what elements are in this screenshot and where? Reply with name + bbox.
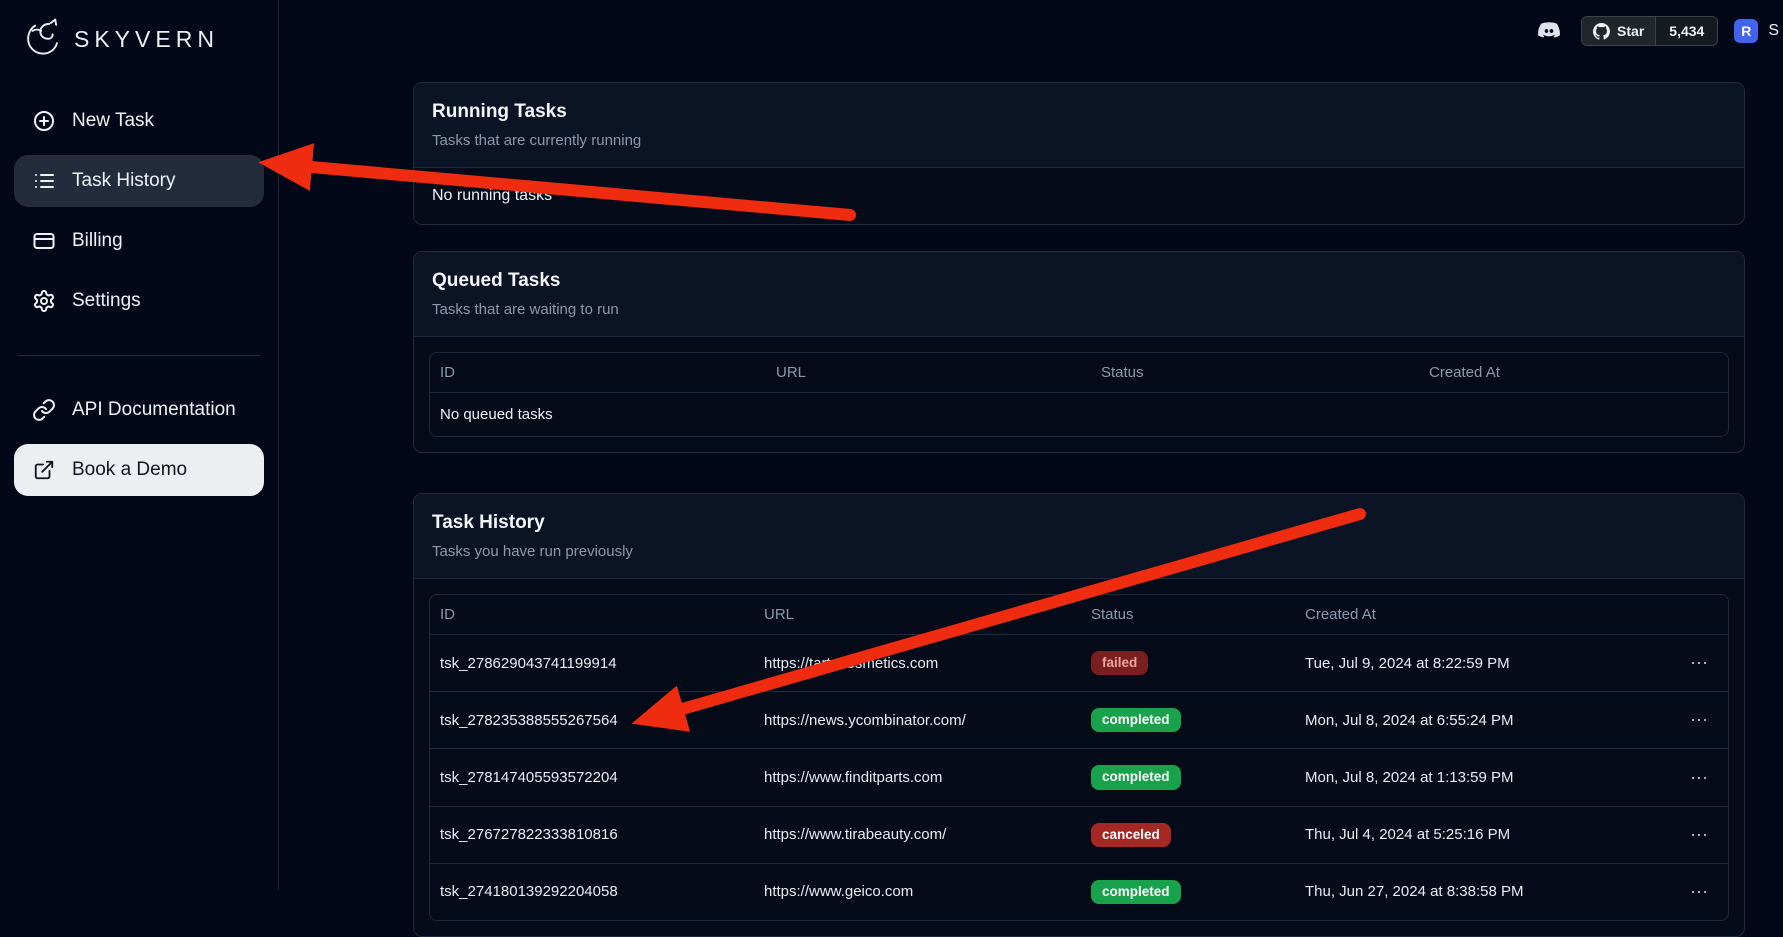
task-history-row[interactable]: tsk_278629043741199914https://tartecosme… [430,635,1728,692]
credit-card-icon [32,229,56,253]
column-header-id: ID [430,595,754,634]
column-header-url: URL [754,595,1081,634]
task-created-at: Mon, Jul 8, 2024 at 1:13:59 PM [1295,753,1672,802]
task-created-at: Mon, Jul 8, 2024 at 6:55:24 PM [1295,696,1672,745]
plus-circle-icon [32,109,56,133]
task-actions-cell: ⋯ [1672,751,1728,805]
task-history-row[interactable]: tsk_276727822333810816https://www.tirabe… [430,807,1728,864]
task-status-cell: completed [1081,692,1295,748]
card-title: Task History [432,512,1726,534]
status-badge: completed [1091,765,1181,789]
task-url: https://tartecosmetics.com [754,639,1081,688]
sidebar-item-label: Book a Demo [72,459,187,481]
task-url: https://www.tirabeauty.com/ [754,810,1081,859]
task-id: tsk_278235388555267564 [430,696,754,745]
sidebar-nav: New Task Task History Billing Settings [14,95,264,496]
queued-tasks-header: Queued Tasks Tasks that are waiting to r… [414,252,1744,337]
running-tasks-empty-message: No running tasks [414,168,1744,224]
row-actions-button[interactable]: ⋯ [1684,881,1716,903]
task-actions-cell: ⋯ [1672,636,1728,690]
status-badge: failed [1091,651,1148,675]
external-link-icon [32,458,56,482]
task-history-header: Task History Tasks you have run previous… [414,494,1744,579]
task-id: tsk_278629043741199914 [430,639,754,688]
running-tasks-card: Running Tasks Tasks that are currently r… [413,82,1745,225]
sidebar-item-billing[interactable]: Billing [14,215,264,267]
github-star-label: Star [1617,23,1644,39]
sidebar-item-task-history[interactable]: Task History [14,155,264,207]
column-header-created-at: Created At [1295,595,1672,634]
list-icon [32,169,56,193]
row-actions-button[interactable]: ⋯ [1684,767,1716,789]
github-star-count: 5,434 [1655,17,1717,45]
task-history-card: Task History Tasks you have run previous… [413,493,1745,937]
sidebar-item-label: New Task [72,110,154,132]
sidebar-item-label: Billing [72,230,123,252]
task-status-cell: canceled [1081,807,1295,863]
sidebar-item-label: API Documentation [72,399,236,421]
task-created-at: Thu, Jun 27, 2024 at 8:38:58 PM [1295,867,1672,916]
task-url: https://www.geico.com [754,867,1081,916]
queued-tasks-card: Queued Tasks Tasks that are waiting to r… [413,251,1745,453]
sidebar-item-book-a-demo[interactable]: Book a Demo [14,444,264,496]
task-history-row[interactable]: tsk_278235388555267564https://news.ycomb… [430,692,1728,749]
column-header-actions [1672,604,1728,626]
column-header-id: ID [430,353,766,392]
row-actions-button[interactable]: ⋯ [1684,709,1716,731]
sidebar: SKYVERN New Task Task History Billing Se… [0,0,279,890]
main-content: Running Tasks Tasks that are currently r… [279,0,1783,890]
task-url: https://news.ycombinator.com/ [754,696,1081,745]
card-subtitle: Tasks that are waiting to run [432,301,1726,318]
column-header-url: URL [766,353,1091,392]
row-actions-button[interactable]: ⋯ [1684,824,1716,846]
task-actions-cell: ⋯ [1672,693,1728,747]
status-badge: completed [1091,708,1181,732]
history-table-header-row: ID URL Status Created At [430,595,1728,635]
card-subtitle: Tasks you have run previously [432,543,1726,560]
topbar: Star 5,434 R S [0,16,1783,46]
sidebar-item-settings[interactable]: Settings [14,275,264,327]
task-status-cell: failed [1081,635,1295,691]
github-icon [1593,23,1610,40]
task-created-at: Thu, Jul 4, 2024 at 5:25:16 PM [1295,810,1672,859]
sidebar-item-api-documentation[interactable]: API Documentation [14,384,264,436]
card-subtitle: Tasks that are currently running [432,132,1726,149]
status-badge: canceled [1091,823,1171,847]
avatar[interactable]: R [1734,19,1758,43]
row-actions-button[interactable]: ⋯ [1684,652,1716,674]
column-header-status: Status [1091,353,1419,392]
link-icon [32,398,56,422]
task-url: https://www.finditparts.com [754,753,1081,802]
task-id: tsk_274180139292204058 [430,867,754,916]
sidebar-item-label: Settings [72,290,141,312]
queued-tasks-table: ID URL Status Created At No queued tasks [429,352,1729,437]
column-header-created-at: Created At [1419,353,1728,392]
status-badge: completed [1091,880,1181,904]
column-header-status: Status [1081,595,1295,634]
card-title: Running Tasks [432,101,1726,123]
history-table-body: tsk_278629043741199914https://tartecosme… [430,635,1728,920]
task-status-cell: completed [1081,749,1295,805]
gear-icon [32,289,56,313]
task-history-table: ID URL Status Created At tsk_27862904374… [429,594,1729,921]
running-tasks-header: Running Tasks Tasks that are currently r… [414,83,1744,168]
task-id: tsk_276727822333810816 [430,810,754,859]
queued-tasks-empty-message: No queued tasks [430,393,1728,436]
task-actions-cell: ⋯ [1672,808,1728,862]
sidebar-divider [18,355,260,356]
task-created-at: Tue, Jul 9, 2024 at 8:22:59 PM [1295,639,1672,688]
discord-icon[interactable] [1533,18,1565,44]
task-status-cell: completed [1081,864,1295,920]
task-history-row[interactable]: tsk_274180139292204058https://www.geico.… [430,864,1728,920]
sidebar-item-new-task[interactable]: New Task [14,95,264,147]
queued-table-header-row: ID URL Status Created At [430,353,1728,393]
task-history-row[interactable]: tsk_278147405593572204https://www.findit… [430,749,1728,806]
github-star-widget[interactable]: Star 5,434 [1581,16,1718,46]
user-label-truncated: S [1768,22,1779,40]
sidebar-item-label: Task History [72,170,175,192]
task-id: tsk_278147405593572204 [430,753,754,802]
task-actions-cell: ⋯ [1672,865,1728,919]
card-title: Queued Tasks [432,270,1726,292]
